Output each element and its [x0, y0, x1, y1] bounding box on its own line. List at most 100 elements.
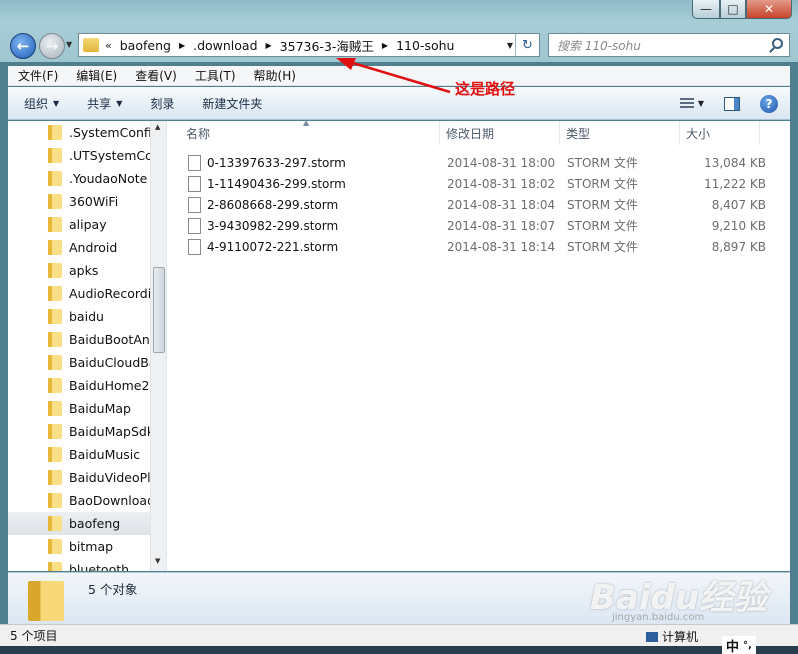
status-bar: 5 个项目 计算机	[0, 624, 798, 646]
sidebar-item-folder[interactable]: baidu	[8, 305, 150, 328]
sidebar-item-label: BaiduBootAni	[69, 332, 150, 347]
menu-file[interactable]: 文件(F)	[8, 67, 66, 84]
menu-edit[interactable]: 编辑(E)	[66, 67, 125, 84]
sidebar-item-folder[interactable]: bluetooth	[8, 558, 150, 571]
view-controls: ▼ ?	[679, 87, 790, 120]
sidebar-item-folder[interactable]: BaoDownload	[8, 489, 150, 512]
folder-icon	[48, 309, 62, 324]
search-icon[interactable]	[772, 38, 783, 49]
chevron-down-icon[interactable]: ▼	[698, 99, 704, 108]
window-controls: — □ ✕	[692, 0, 792, 20]
file-type-cell: STORM 文件	[567, 156, 638, 170]
address-bar[interactable]: « baofeng ▶ .download ▶ 35736-3-海贼王 ▶ 11…	[78, 33, 540, 57]
ime-mode[interactable]: 中	[726, 636, 739, 654]
sidebar-item-folder[interactable]: BaiduCloudBa	[8, 351, 150, 374]
scrollbar-thumb[interactable]	[153, 267, 165, 353]
folder-icon	[28, 581, 64, 621]
sidebar-item-folder[interactable]: alipay	[8, 213, 150, 236]
folder-icon	[48, 470, 62, 485]
sidebar-item-label: .YoudaoNote	[69, 171, 148, 186]
sidebar-item-folder[interactable]: BaiduVideoPla	[8, 466, 150, 489]
share-label: 共享	[87, 96, 112, 111]
sidebar-item-label: Android	[69, 240, 118, 255]
file-name-cell[interactable]: 1-11490436-299.storm	[167, 175, 440, 192]
sidebar-item-folder[interactable]: BaiduMapSdk	[8, 420, 150, 443]
recent-pages-caret-icon[interactable]: ▼	[66, 40, 72, 49]
taskbar	[0, 646, 798, 654]
column-header-size[interactable]: 大小	[680, 121, 760, 145]
sidebar-item-folder[interactable]: .UTSystemCor	[8, 144, 150, 167]
details-item-count: 5 个对象	[88, 582, 138, 597]
sidebar-item-folder[interactable]: BaiduMap	[8, 397, 150, 420]
share-button[interactable]: 共享 ▼	[71, 95, 134, 112]
breadcrumb-item[interactable]: 35736-3-海贼王	[278, 36, 376, 55]
folder-icon	[48, 171, 62, 186]
address-dropdown-icon[interactable]: ▼	[507, 41, 513, 50]
organize-button[interactable]: 组织 ▼	[8, 95, 71, 112]
new-folder-button[interactable]: 新建文件夹	[186, 95, 274, 112]
ime-indicator[interactable]: 中 °,	[722, 636, 756, 654]
folder-icon	[48, 217, 62, 232]
sidebar-item-folder[interactable]: AudioRecordi	[8, 282, 150, 305]
help-icon[interactable]: ?	[760, 94, 778, 113]
status-location-label: 计算机	[662, 630, 699, 644]
file-row[interactable]: 1-11490436-299.storm 2014-08-31 18:02 STOR…	[167, 173, 791, 194]
menu-help[interactable]: 帮助(H)	[244, 67, 304, 84]
minimize-button[interactable]: —	[692, 0, 720, 19]
sidebar-item-folder[interactable]: 360WiFi	[8, 190, 150, 213]
breadcrumb-overflow[interactable]: «	[105, 39, 112, 52]
sidebar-item-folder[interactable]: .YoudaoNote	[8, 167, 150, 190]
menu-tools[interactable]: 工具(T)	[185, 67, 244, 84]
breadcrumb-item[interactable]: 110-sohu	[394, 38, 456, 53]
ime-punctuation[interactable]: °,	[743, 640, 752, 651]
sidebar-item-folder[interactable]: bitmap	[8, 535, 150, 558]
breadcrumb-separator-icon[interactable]: ▶	[266, 41, 272, 50]
change-view-icon[interactable]	[679, 97, 694, 110]
breadcrumb-item[interactable]: baofeng	[118, 38, 173, 53]
file-icon	[188, 217, 201, 234]
folder-icon	[48, 240, 62, 255]
file-size-cell: 11,222 KB	[704, 176, 766, 191]
navigation-scrollbar[interactable]: ▲ ▼	[150, 121, 166, 571]
file-row[interactable]: 4-9110072-221.storm 2014-08-31 18:14 STORM…	[167, 236, 791, 257]
breadcrumb-separator-icon[interactable]: ▶	[382, 41, 388, 50]
breadcrumb-item[interactable]: .download	[191, 38, 259, 53]
column-header-type[interactable]: 类型	[560, 121, 680, 145]
menu-bar: 文件(F) 编辑(E) 查看(V) 工具(T) 帮助(H)	[8, 66, 790, 86]
sidebar-item-label: BaiduMusic	[69, 447, 141, 462]
close-button[interactable]: ✕	[746, 0, 792, 19]
column-header-date[interactable]: 修改日期	[440, 121, 560, 145]
file-type-cell: STORM 文件	[567, 177, 638, 191]
file-name: 1-11490436-299.storm	[207, 176, 346, 191]
menu-view[interactable]: 查看(V)	[125, 67, 185, 84]
refresh-button[interactable]: ↻	[515, 34, 539, 56]
sidebar-item-folder[interactable]: Android	[8, 236, 150, 259]
column-header-name[interactable]: ▲ 名称	[167, 118, 440, 145]
window-titlebar: — □ ✕ ← → ▼ « baofeng ▶ .download ▶ 3573…	[0, 0, 798, 62]
file-row[interactable]: 0-13397633-297.storm 2014-08-31 18:00 STOR…	[167, 152, 791, 173]
file-name-cell[interactable]: 3-9430982-299.storm	[167, 217, 440, 234]
file-name-cell[interactable]: 2-8608668-299.storm	[167, 196, 440, 213]
sidebar-item-folder[interactable]: apks	[8, 259, 150, 282]
scroll-down-icon[interactable]: ▼	[155, 557, 160, 565]
file-row[interactable]: 2-8608668-299.storm 2014-08-31 18:04 STORM…	[167, 194, 791, 215]
sidebar-item-folder[interactable]: BaiduMusic	[8, 443, 150, 466]
sidebar-item-folder[interactable]: BaiduHome2	[8, 374, 150, 397]
file-row[interactable]: 3-9430982-299.storm 2014-08-31 18:07 STORM…	[167, 215, 791, 236]
file-name-cell[interactable]: 4-9110072-221.storm	[167, 238, 440, 255]
file-name-cell[interactable]: 0-13397633-297.storm	[167, 154, 440, 171]
search-input[interactable]: 搜索 110-sohu	[548, 33, 790, 57]
burn-button[interactable]: 刻录	[134, 95, 186, 112]
maximize-button[interactable]: □	[720, 0, 746, 19]
forward-button[interactable]: →	[39, 33, 65, 59]
folder-icon	[48, 562, 62, 571]
back-button[interactable]: ←	[10, 33, 36, 59]
file-icon	[188, 196, 201, 213]
breadcrumb-separator-icon[interactable]: ▶	[179, 41, 185, 50]
sidebar-item-folder[interactable]: .SystemConfig	[8, 121, 150, 144]
file-name: 0-13397633-297.storm	[207, 155, 346, 170]
sidebar-item-folder[interactable]: baofeng	[8, 512, 150, 535]
scroll-up-icon[interactable]: ▲	[155, 123, 160, 131]
preview-pane-icon[interactable]	[724, 96, 740, 111]
sidebar-item-folder[interactable]: BaiduBootAni	[8, 328, 150, 351]
